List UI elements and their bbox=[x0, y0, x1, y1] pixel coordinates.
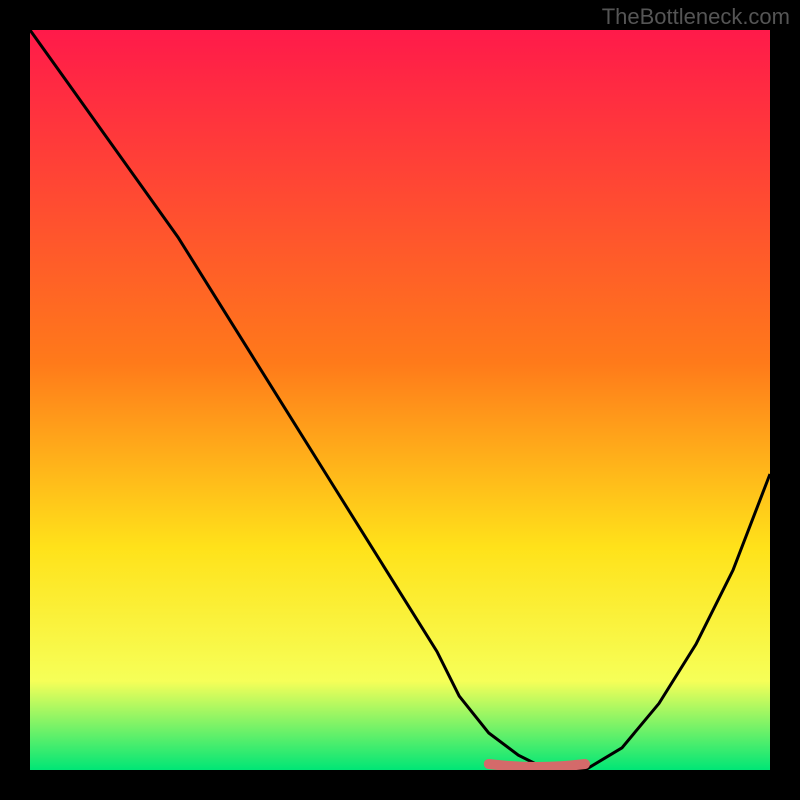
plot-area bbox=[30, 30, 770, 770]
chart-svg bbox=[30, 30, 770, 770]
watermark-text: TheBottleneck.com bbox=[602, 4, 790, 30]
gradient-background bbox=[30, 30, 770, 770]
optimal-range-marker bbox=[489, 764, 585, 767]
chart-frame: TheBottleneck.com bbox=[0, 0, 800, 800]
